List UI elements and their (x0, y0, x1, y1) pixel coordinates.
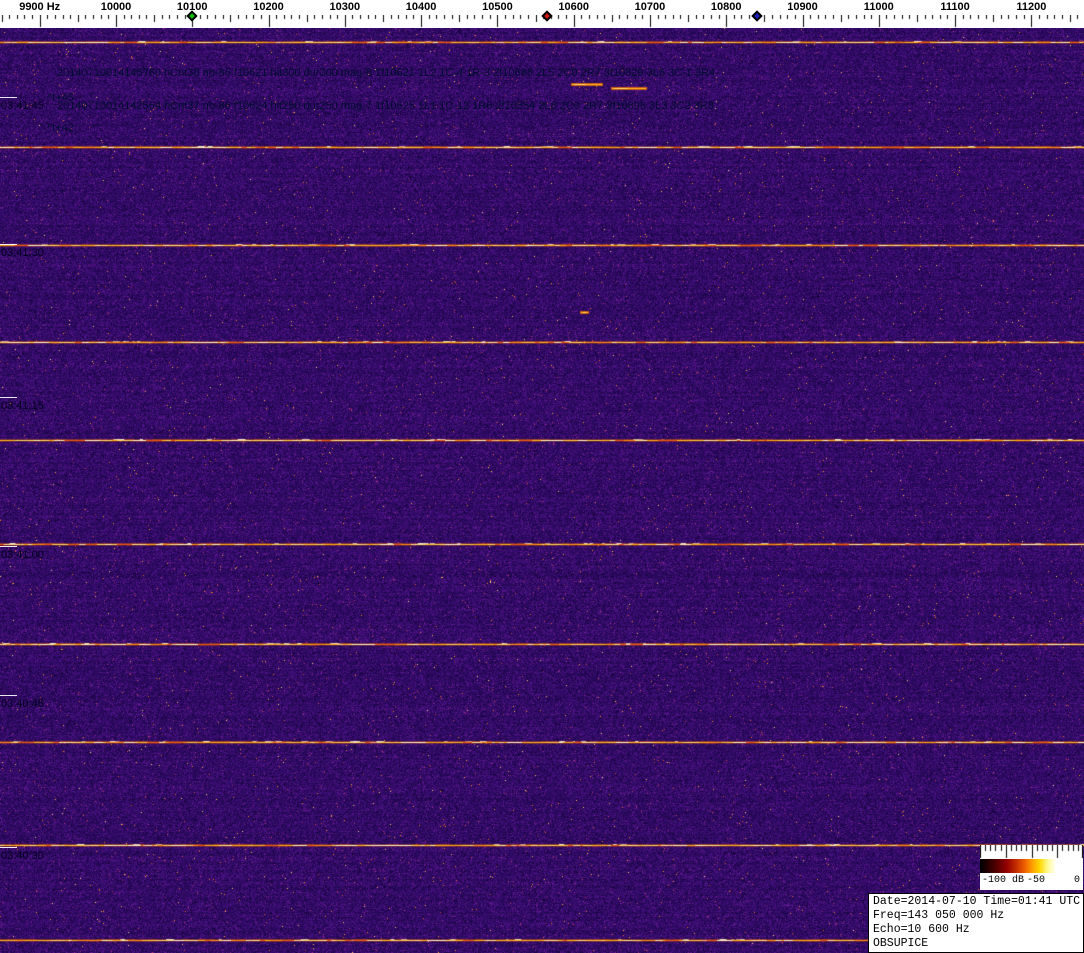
colorbar-gradient (980, 859, 1083, 873)
freq-tick-label: 10300 (329, 1, 361, 13)
freq-tick-label: 10700 (634, 1, 666, 13)
colorbar-label-mid: -50 (1027, 875, 1046, 886)
colorbar-labels: -100 dB -50 0 (980, 873, 1083, 890)
status-info-box: Date=2014-07-10 Time=01:41 UTC Freq=143 0… (868, 893, 1084, 953)
freq-tick-label: 10600 (558, 1, 589, 13)
spectrogram-waterfall[interactable] (0, 28, 1084, 953)
info-line: Echo=10 600 Hz (873, 923, 970, 936)
info-line: OBSUPICE (873, 937, 929, 950)
colorbar-ruler-ticks (980, 845, 1083, 859)
freq-tick-label: 10800 (710, 1, 742, 13)
colorbar-label-max: 0 (1073, 875, 1080, 886)
freq-tick-label: 11100 (940, 1, 970, 13)
freq-tick-label: 10200 (253, 1, 284, 13)
freq-tick-label: 11000 (863, 1, 894, 13)
colorbar-label-min: -100 dB (982, 875, 1025, 886)
colorbar: -100 dB -50 0 (980, 845, 1083, 890)
freq-tick-label: 11200 (1016, 1, 1047, 13)
freq-tick-label: 10500 (482, 1, 513, 13)
info-line: Freq=143 050 000 Hz (873, 909, 1005, 922)
freq-tick-label: 10000 (100, 1, 132, 13)
freq-tick-label: 10400 (405, 1, 437, 13)
spectrogram-app: 9900 Hz 10000 10100 10200 10300 10400 10500 106… (0, 0, 1084, 953)
freq-tick-label: 10900 (787, 1, 818, 13)
info-line: Date=2014-07-10 Time=01:41 UTC (873, 895, 1081, 908)
freq-tick-label: 9900 Hz (19, 1, 61, 13)
frequency-ruler[interactable]: 9900 Hz 10000 10100 10200 10300 10400 10500 106… (0, 0, 1084, 28)
